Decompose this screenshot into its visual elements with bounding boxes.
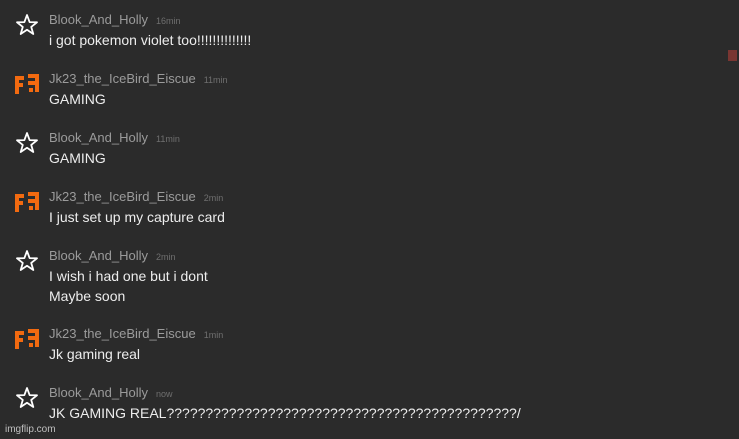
orange-pixel-logo-icon[interactable] xyxy=(14,189,40,215)
message-header: Jk23_the_IceBird_Eiscue 11min xyxy=(49,71,228,88)
timestamp: 2min xyxy=(156,252,176,262)
message-text: GAMING xyxy=(49,150,106,166)
message-header: Blook_And_Holly 11min xyxy=(49,130,180,147)
message-header: Blook_And_Holly 2min xyxy=(49,248,176,265)
message-text: I wish i had one but i dont Maybe soon xyxy=(49,268,208,304)
username[interactable]: Jk23_the_IceBird_Eiscue xyxy=(49,71,196,86)
scrollbar-marker[interactable] xyxy=(728,50,737,61)
username[interactable]: Jk23_the_IceBird_Eiscue xyxy=(49,326,196,341)
star-icon[interactable] xyxy=(14,248,40,274)
username[interactable]: Blook_And_Holly xyxy=(49,130,148,145)
message-header: Jk23_the_IceBird_Eiscue 2min xyxy=(49,189,223,206)
orange-pixel-logo-icon[interactable] xyxy=(14,71,40,97)
username[interactable]: Jk23_the_IceBird_Eiscue xyxy=(49,189,196,204)
timestamp: 11min xyxy=(203,75,228,85)
star-icon[interactable] xyxy=(14,385,40,411)
star-icon[interactable] xyxy=(14,12,40,38)
message-text: JK GAMING REAL??????????????????????????… xyxy=(49,405,521,421)
timestamp: 16min xyxy=(156,16,181,26)
timestamp: 11min xyxy=(156,134,180,144)
username[interactable]: Blook_And_Holly xyxy=(49,385,148,400)
message-text: GAMING xyxy=(49,91,106,107)
message-text: I just set up my capture card xyxy=(49,209,225,225)
star-icon[interactable] xyxy=(14,130,40,156)
message-text: Jk gaming real xyxy=(49,346,141,362)
orange-pixel-logo-icon[interactable] xyxy=(14,326,40,352)
chat-log: Blook_And_Holly 16min i got pokemon viole… xyxy=(0,0,739,439)
timestamp: now xyxy=(156,389,173,399)
message-text: i got pokemon violet too!!!!!!!!!!!!!! xyxy=(49,32,252,48)
message-header: Blook_And_Holly 16min xyxy=(49,12,181,29)
watermark: imgflip.com xyxy=(5,424,56,435)
username[interactable]: Blook_And_Holly xyxy=(49,248,148,263)
username[interactable]: Blook_And_Holly xyxy=(49,12,148,27)
timestamp: 1min xyxy=(203,330,224,340)
message-header: Jk23_the_IceBird_Eiscue 1min xyxy=(49,326,223,343)
message-header: Blook_And_Holly now xyxy=(49,385,173,402)
timestamp: 2min xyxy=(203,193,224,203)
